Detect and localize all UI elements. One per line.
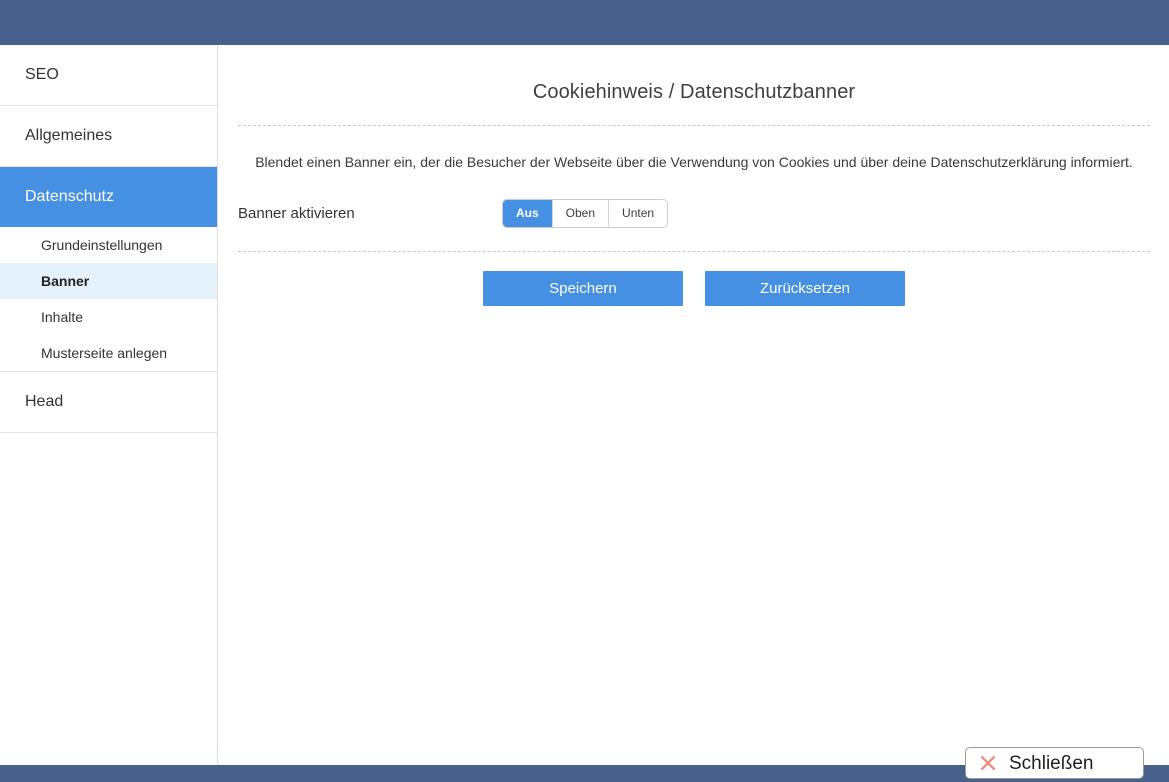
sidebar-item-allgemeines[interactable]: Allgemeines (0, 106, 217, 166)
sidebar-subitem-label: Grundeinstellungen (41, 237, 163, 253)
panel-description: Blendet einen Banner ein, der die Besuch… (255, 154, 1133, 170)
form-actions: Speichern Zurücksetzen (238, 252, 1150, 306)
sidebar-item-banner[interactable]: Banner (0, 263, 217, 299)
main-content-area: Cookiehinweis / Datenschutzbanner Blende… (219, 45, 1169, 766)
reset-button[interactable]: Zurücksetzen (705, 270, 905, 306)
banner-activate-label: Banner aktivieren (238, 204, 355, 222)
sidebar-section-seo: SEO (0, 45, 217, 106)
sidebar-section-head: Head (0, 372, 217, 433)
close-overlay-label: Schließen (1009, 752, 1094, 774)
banner-option-aus[interactable]: Aus (503, 199, 553, 227)
window-top-chrome-bar (0, 0, 1169, 45)
banner-option-unten[interactable]: Unten (609, 199, 668, 227)
sidebar-navigation: SEO Allgemeines Datenschutz Grundeinstel… (0, 45, 218, 766)
sidebar-item-datenschutz[interactable]: Datenschutz (0, 167, 217, 227)
sidebar-item-grundeinstellungen[interactable]: Grundeinstellungen (0, 227, 217, 263)
save-button[interactable]: Speichern (483, 270, 683, 306)
close-overlay-button[interactable]: Schließen (965, 747, 1144, 779)
sidebar-item-label: Head (25, 393, 64, 410)
sidebar-subitem-label: Banner (41, 273, 90, 289)
banner-activate-row: Banner aktivieren Aus Oben Unten (238, 199, 1150, 251)
sidebar-item-seo[interactable]: SEO (0, 45, 217, 105)
sidebar-item-label: Allgemeines (25, 127, 113, 144)
sidebar-item-inhalte[interactable]: Inhalte (0, 299, 217, 335)
banner-option-oben[interactable]: Oben (552, 199, 610, 227)
close-x-icon (980, 755, 996, 771)
app-window: SEO Allgemeines Datenschutz Grundeinstel… (0, 0, 1169, 782)
sidebar-item-head[interactable]: Head (0, 372, 217, 432)
sidebar-section-datenschutz: Datenschutz Grundeinstellungen Banner In… (0, 167, 217, 372)
sidebar-item-label: Datenschutz (25, 188, 114, 205)
sidebar-item-label: SEO (25, 66, 59, 83)
sidebar-subitem-label: Inhalte (41, 309, 84, 325)
sidebar-subnav-datenschutz: Grundeinstellungen Banner Inhalte Muster… (0, 227, 217, 372)
sidebar-section-allgemeines: Allgemeines (0, 106, 217, 167)
page-title: Cookiehinweis / Datenschutzbanner (532, 81, 856, 103)
banner-position-button-group[interactable]: Aus Oben Unten (503, 199, 668, 227)
sidebar-item-musterseite-anlegen[interactable]: Musterseite anlegen (0, 335, 217, 371)
sidebar-subitem-label: Musterseite anlegen (41, 345, 168, 361)
settings-panel: Cookiehinweis / Datenschutzbanner Blende… (219, 45, 1169, 306)
